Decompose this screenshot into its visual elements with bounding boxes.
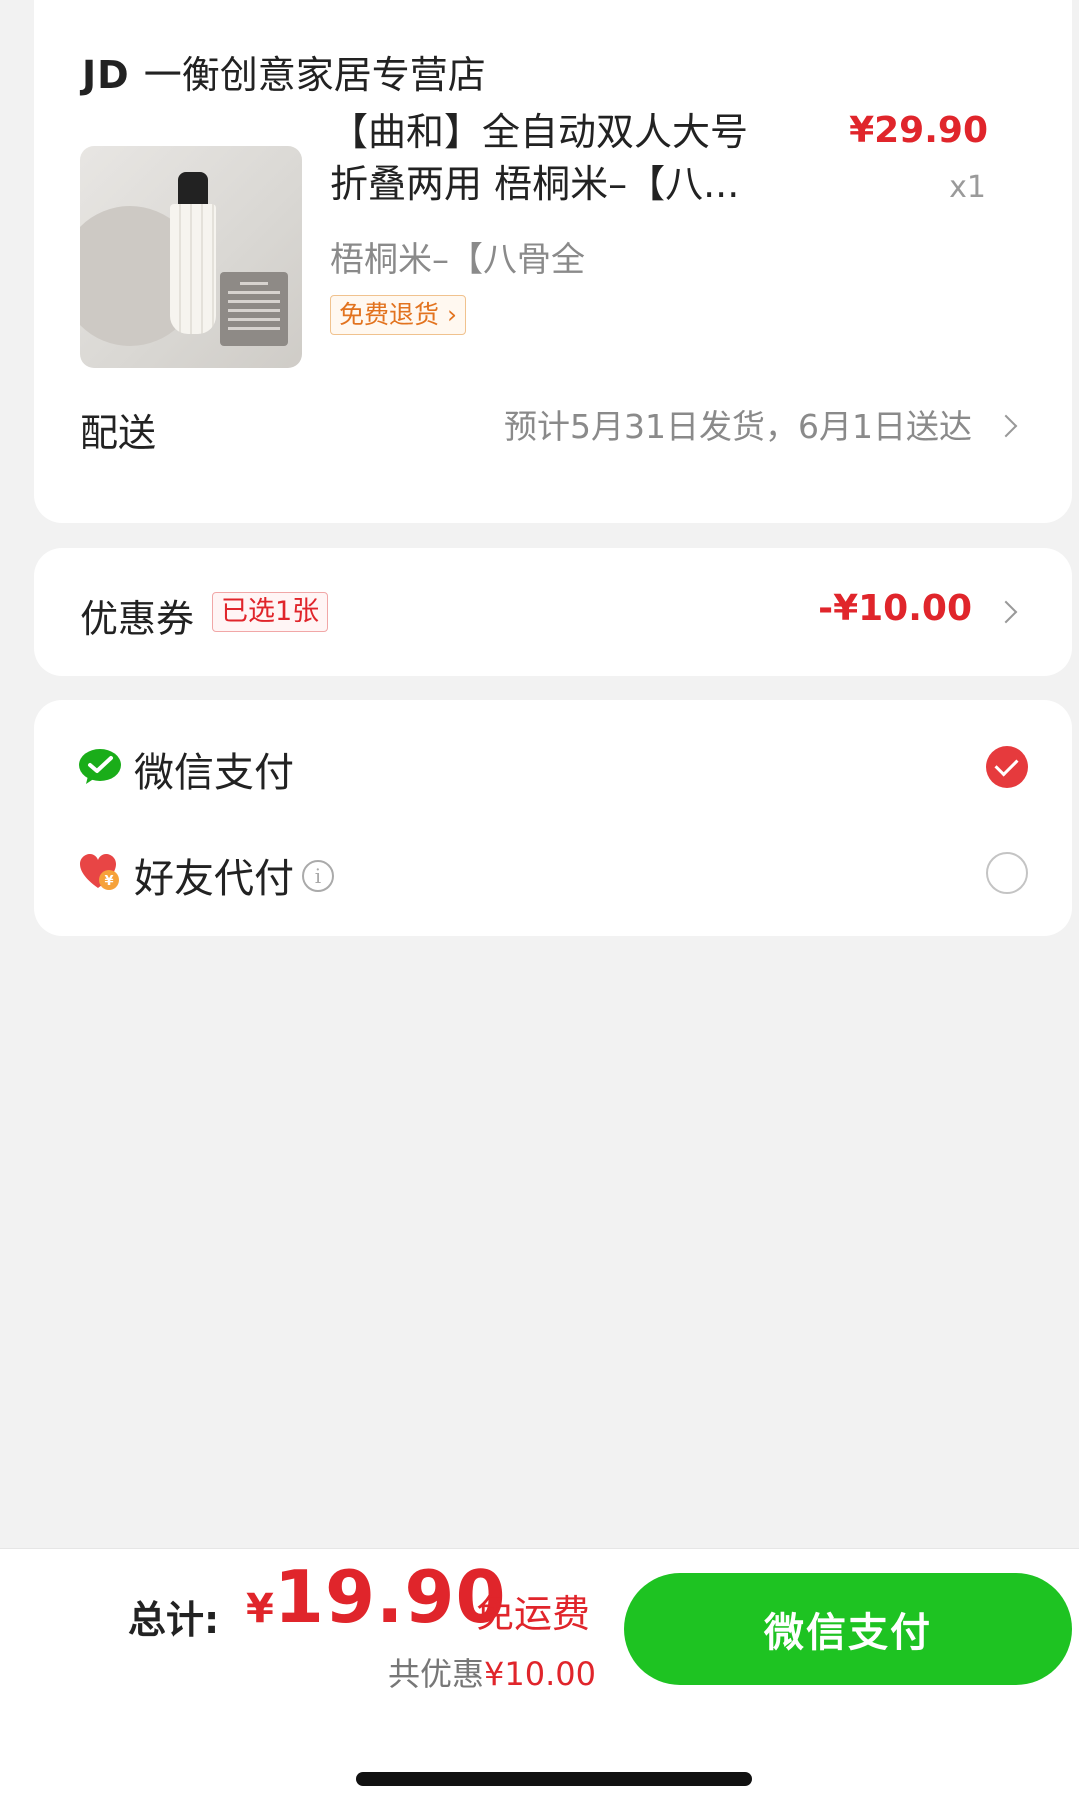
payment-label-wechat: 微信支付 [134,750,294,796]
product-quantity: x1 [949,170,986,205]
order-card: JD 一衡创意家居专营店 【曲和】全自动双人大号 折叠两用 梧桐米–【八... 梧… [34,0,1072,523]
checkout-bar: 总计: ¥19.90 免运费 共优惠¥10.00 微信支付 [0,1548,1079,1806]
total-currency: ¥ [246,1586,274,1632]
svg-text:¥: ¥ [104,874,113,889]
product-spec[interactable]: 梧桐米–【八骨全 [330,232,585,281]
saving-amount: ¥10.00 [484,1655,596,1693]
payment-label-friend: 好友代付 [134,856,294,902]
payment-option-friend[interactable]: ¥ 好友代付 i [34,824,1072,920]
saving-prefix: 共优惠 [388,1655,485,1693]
radio-wechat-selected[interactable] [986,746,1028,788]
total-value: 19.90 [273,1555,507,1639]
total-label: 总计: [128,1598,220,1642]
free-shipping-label: 免运费 [476,1592,591,1636]
delivery-estimate[interactable]: 预计5月31日发货，6月1日送达 [504,400,972,448]
coupon-discount-amount: -¥10.00 [818,588,972,629]
product-tag-card [220,272,288,346]
wechat-pay-button[interactable]: 微信支付 [624,1573,1072,1685]
total-saving: 共优惠¥10.00 [388,1649,596,1695]
product-title-line-1: 【曲和】全自动双人大号 [330,110,749,154]
home-indicator[interactable] [356,1772,752,1786]
payment-option-wechat[interactable]: 微信支付 [34,718,1072,814]
total-amount: ¥19.90 [246,1555,507,1639]
coupon-label: 优惠券 [80,597,195,641]
radio-friend-unselected[interactable] [986,852,1028,894]
info-icon[interactable]: i [302,860,334,892]
friend-pay-heart-icon: ¥ [80,854,119,890]
store-header[interactable]: JD 一衡创意家居专营店 [82,44,486,99]
product-title-line-2: 折叠两用 梧桐米–【八... [330,162,740,206]
chevron-right-icon[interactable] [994,414,1018,438]
umbrella-body [170,204,216,334]
jd-logo: JD [82,53,130,97]
store-name: 一衡创意家居专营店 [143,53,486,97]
payment-methods-card: 微信支付 ¥ 好友代付 i [34,700,1072,936]
product-thumbnail[interactable] [80,146,302,368]
coupon-card[interactable]: 优惠券 已选1张 -¥10.00 [34,548,1072,676]
free-return-badge[interactable]: 免费退货 › [330,295,466,335]
wechat-pay-icon [79,749,121,784]
coupon-selected-badge: 已选1张 [212,592,329,632]
chevron-right-icon[interactable] [994,600,1018,624]
product-title[interactable]: 【曲和】全自动双人大号 折叠两用 梧桐米–【八... [330,106,770,210]
product-price: ¥29.90 [849,110,988,151]
delivery-label: 配送 [80,411,157,455]
